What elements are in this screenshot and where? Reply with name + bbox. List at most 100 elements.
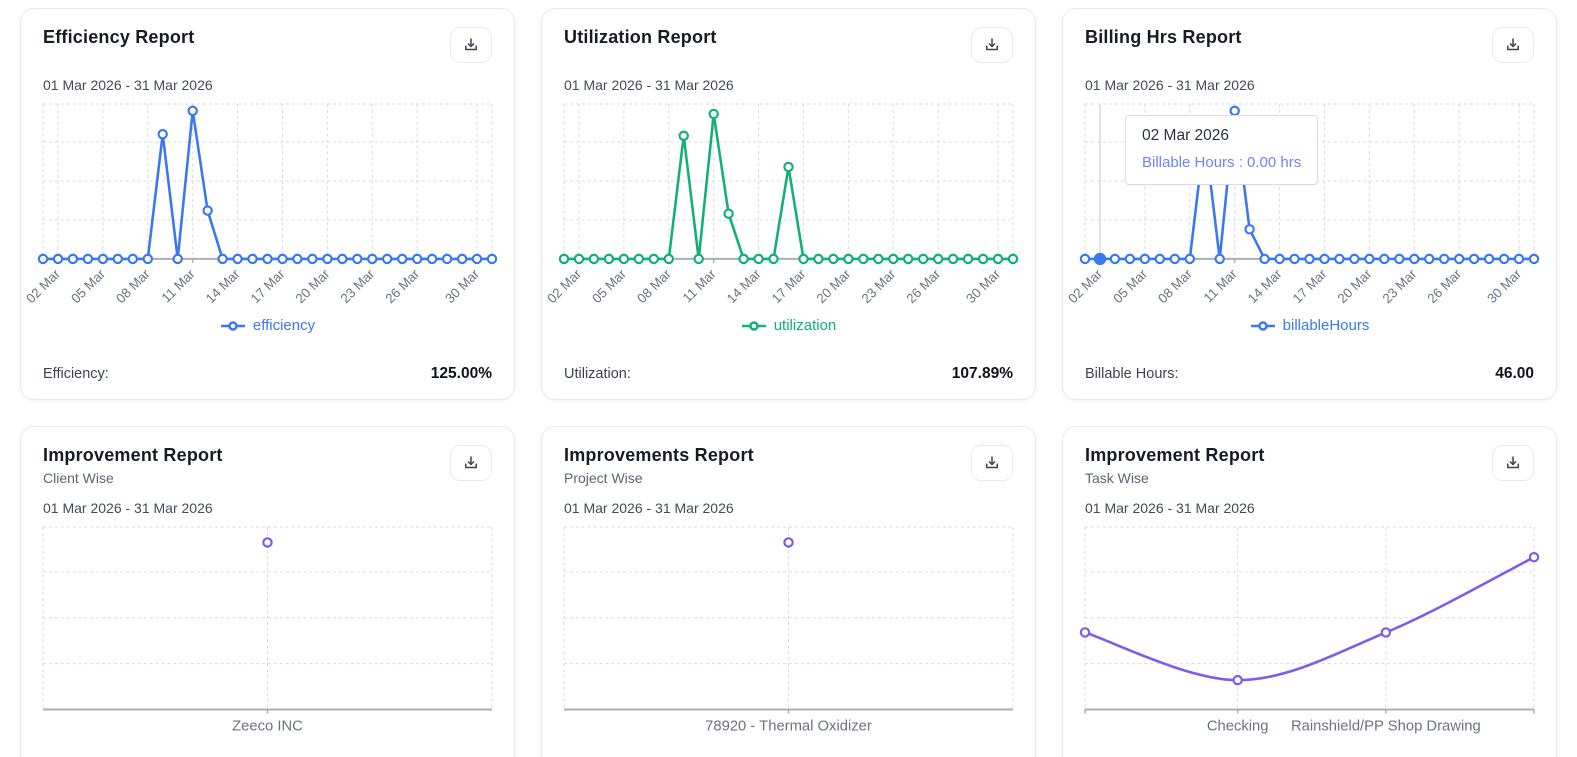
card-title: Billing Hrs Report (1085, 27, 1242, 47)
chart-tooltip: 02 Mar 2026 Billable Hours : 0.00 hrs (1125, 115, 1319, 185)
download-icon (986, 456, 998, 469)
reports-dashboard: Efficiency Report 01 Mar 2026 - 31 Mar 2… (0, 0, 1577, 757)
svg-text:02 Mar: 02 Mar (1065, 266, 1105, 306)
card-footer: Billable Hours: 46.00 (1085, 355, 1534, 383)
card-footer: Efficiency: 125.00% (43, 355, 492, 383)
card-subtitle: Task Wise (1085, 470, 1149, 486)
download-icon (465, 38, 477, 51)
svg-text:14 Mar: 14 Mar (1245, 266, 1285, 306)
chart-canvas: Zeeco INC (42, 526, 493, 734)
svg-text:08 Mar: 08 Mar (634, 266, 674, 306)
footer-label: Utilization: (564, 366, 631, 382)
svg-text:Zeeco INC: Zeeco INC (232, 718, 303, 734)
svg-text:23 Mar: 23 Mar (337, 266, 377, 306)
svg-text:08 Mar: 08 Mar (113, 266, 153, 306)
svg-text:20 Mar: 20 Mar (293, 266, 333, 306)
card-title: Efficiency Report (43, 27, 195, 47)
legend-marker-icon (220, 320, 245, 331)
svg-text:14 Mar: 14 Mar (203, 266, 243, 306)
download-button[interactable] (450, 27, 492, 63)
card-subtitle: Project Wise (564, 470, 643, 486)
svg-text:23 Mar: 23 Mar (858, 266, 898, 306)
download-button[interactable] (450, 445, 492, 481)
improvement-report-task-card: Improvement Report Task Wise 01 Mar 2026… (1062, 426, 1557, 757)
card-subtitle: Client Wise (43, 470, 114, 486)
card-title: Improvement Report (43, 445, 223, 465)
download-button[interactable] (971, 27, 1013, 63)
svg-text:26 Mar: 26 Mar (1424, 266, 1464, 306)
footer-value: 46.00 (1495, 365, 1534, 382)
svg-text:14 Mar: 14 Mar (724, 266, 764, 306)
download-button[interactable] (1492, 27, 1534, 63)
footer-label: Efficiency: (43, 366, 109, 382)
date-range: 01 Mar 2026 - 31 Mar 2026 (1085, 77, 1255, 93)
svg-text:26 Mar: 26 Mar (382, 266, 422, 306)
card-footer: Utilization: 107.89% (564, 355, 1013, 383)
date-range: 01 Mar 2026 - 31 Mar 2026 (43, 77, 213, 93)
card-title: Utilization Report (564, 27, 717, 47)
date-range: 01 Mar 2026 - 31 Mar 2026 (1085, 500, 1255, 516)
download-button[interactable] (971, 445, 1013, 481)
svg-text:20 Mar: 20 Mar (1335, 266, 1375, 306)
date-range: 01 Mar 2026 - 31 Mar 2026 (43, 500, 213, 516)
legend-label: billableHours (1282, 317, 1370, 335)
efficiency-report-card: Efficiency Report 01 Mar 2026 - 31 Mar 2… (20, 8, 515, 400)
legend[interactable]: utilization (564, 317, 1013, 334)
download-icon (1507, 456, 1519, 469)
svg-text:26 Mar: 26 Mar (903, 266, 943, 306)
card-header: Improvement Report Client Wise (43, 445, 492, 486)
project-wise-scatter-chart[interactable]: 78920 - Thermal Oxidizer (563, 526, 1014, 736)
legend-label: efficiency (252, 317, 316, 335)
date-range: 01 Mar 2026 - 31 Mar 2026 (564, 500, 734, 516)
footer-value: 125.00% (430, 365, 492, 382)
svg-text:11 Mar: 11 Mar (1201, 266, 1241, 306)
billing-hrs-report-card: Billing Hrs Report 01 Mar 2026 - 31 Mar … (1062, 8, 1557, 400)
date-range: 01 Mar 2026 - 31 Mar 2026 (564, 77, 734, 93)
footer-label: Billable Hours: (1085, 366, 1179, 382)
card-header: Efficiency Report (43, 27, 492, 63)
card-header: Billing Hrs Report (1085, 27, 1534, 63)
card-title: Improvements Report (564, 445, 754, 465)
svg-text:02 Mar: 02 Mar (23, 266, 63, 306)
utilization-report-card: Utilization Report 01 Mar 2026 - 31 Mar … (541, 8, 1036, 400)
legend-marker-icon (741, 320, 766, 331)
efficiency-line-chart[interactable]: 02 Mar 05 Mar 08 Mar 11 Mar 14 Mar 17 Mar 20 M… (23, 103, 498, 315)
tooltip-value: Billable Hours : 0.00 hrs (1142, 154, 1302, 171)
svg-text:78920 - Thermal Oxidizer: 78920 - Thermal Oxidizer (705, 718, 872, 734)
card-header: Utilization Report (564, 27, 1013, 63)
svg-text:Checking: Checking (1207, 718, 1269, 734)
svg-text:17 Mar: 17 Mar (1290, 266, 1330, 306)
svg-text:02 Mar: 02 Mar (544, 266, 584, 306)
svg-text:17 Mar: 17 Mar (769, 266, 809, 306)
svg-text:11 Mar: 11 Mar (159, 266, 199, 306)
chart-canvas: Checking Rainshield/PP Shop Drawing (1079, 526, 1540, 734)
download-icon (1507, 38, 1519, 51)
card-title: Improvement Report (1085, 445, 1265, 465)
download-button[interactable] (1492, 445, 1534, 481)
legend[interactable]: billableHours (1085, 317, 1534, 334)
tooltip-date: 02 Mar 2026 (1142, 127, 1230, 144)
chart-canvas: 02 Mar 05 Mar 08 Mar 11 Mar 14 Mar 17 Mar 20 M… (23, 103, 498, 306)
task-wise-line-chart[interactable]: Checking Rainshield/PP Shop Drawing (1079, 526, 1540, 736)
legend-marker-icon (1250, 320, 1275, 331)
legend[interactable]: efficiency (43, 317, 492, 334)
improvements-report-project-card: Improvements Report Project Wise 01 Mar … (541, 426, 1036, 757)
chart-canvas: 02 Mar 05 Mar 08 Mar 11 Mar 14 Mar 17 Mar 20 M… (544, 103, 1019, 306)
improvement-report-client-card: Improvement Report Client Wise 01 Mar 20… (20, 426, 515, 757)
legend-label: utilization (773, 317, 837, 335)
utilization-line-chart[interactable]: 02 Mar 05 Mar 08 Mar 11 Mar 14 Mar 17 Mar 20 M… (544, 103, 1019, 315)
svg-text:05 Mar: 05 Mar (1110, 266, 1150, 306)
svg-text:30 Mar: 30 Mar (1484, 266, 1524, 306)
svg-text:11 Mar: 11 Mar (680, 266, 720, 306)
billable-hours-line-chart[interactable]: 02 Mar 05 Mar 08 Mar 11 Mar 14 Mar 17 Mar 20 M… (1065, 103, 1540, 315)
svg-text:Rainshield/PP Shop Drawing: Rainshield/PP Shop Drawing (1291, 718, 1481, 734)
svg-text:30 Mar: 30 Mar (963, 266, 1003, 306)
download-icon (465, 456, 477, 469)
footer-value: 107.89% (951, 365, 1013, 382)
chart-canvas: 78920 - Thermal Oxidizer (563, 526, 1014, 734)
download-icon (986, 38, 998, 51)
svg-text:05 Mar: 05 Mar (589, 266, 629, 306)
card-header: Improvements Report Project Wise (564, 445, 1013, 486)
svg-text:23 Mar: 23 Mar (1379, 266, 1419, 306)
client-wise-scatter-chart[interactable]: Zeeco INC (42, 526, 493, 736)
